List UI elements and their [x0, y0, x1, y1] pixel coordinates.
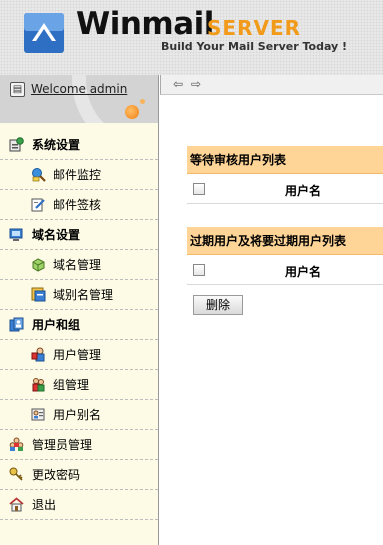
domain-settings-icon: [9, 228, 23, 241]
mail-approve-icon: [31, 198, 45, 212]
delete-button[interactable]: 删除: [193, 295, 243, 315]
sidebar-item-mail-approve[interactable]: 邮件签核: [0, 190, 158, 220]
sidebar-item-label: 用户和组: [32, 318, 81, 332]
sidebar-item-admin-manage[interactable]: 管理员管理: [0, 430, 158, 460]
welcome-link[interactable]: Welcome admin: [31, 82, 127, 97]
brand-server: SERVER: [207, 16, 302, 40]
user-manage-icon: [31, 347, 45, 362]
sidebar-item-label: 用户管理: [53, 348, 102, 362]
main-content: 等待审核用户列表 用户名 过期用户及将要过期用户列表 用户名 删除: [160, 96, 383, 545]
sidebar-item-user-alias[interactable]: 用户别名: [0, 400, 158, 430]
app-header: Winmail SERVER Build Your Mail Server To…: [0, 0, 383, 75]
admin-manage-icon: [9, 437, 24, 451]
sidebar-item-group-manage[interactable]: 组管理: [0, 370, 158, 400]
pending-users-header: 等待审核用户列表: [187, 146, 383, 174]
decorative-orange-dot-small: [140, 99, 145, 104]
sidebar-item-label: 退出: [32, 498, 57, 512]
user-card-icon: ▤: [10, 82, 25, 97]
frame-toolbar: ⇦ ⇨: [160, 75, 383, 95]
sidebar-item-label: 用户别名: [53, 408, 102, 422]
user-alias-icon: [31, 408, 45, 421]
sidebar-item-label: 管理员管理: [32, 438, 93, 452]
sidebar-item-label: 组管理: [53, 378, 90, 392]
forward-arrow-icon[interactable]: ⇨: [191, 77, 201, 91]
group-manage-icon: [32, 378, 45, 392]
column-header-username[interactable]: 用户名: [285, 184, 321, 198]
brand-name: Winmail: [76, 6, 214, 42]
winmail-logo-icon: [24, 13, 64, 53]
select-all-checkbox[interactable]: [193, 264, 205, 276]
sidebar-item-mail-monitor[interactable]: 邮件监控: [0, 160, 158, 190]
sidebar-item-label: 邮件签核: [53, 198, 102, 212]
mail-monitor-icon: [32, 168, 46, 182]
column-header-username[interactable]: 用户名: [285, 265, 321, 279]
sidebar-item-label: 域名管理: [53, 258, 102, 272]
key-icon: [9, 467, 23, 481]
sidebar-item-label: 域名设置: [32, 228, 81, 242]
expired-users-column-row: 用户名: [187, 256, 383, 285]
sidebar-item-logout[interactable]: 退出: [0, 490, 158, 520]
sidebar-item-domain-settings[interactable]: 域名设置: [0, 220, 158, 250]
users-groups-icon: [9, 317, 24, 332]
back-arrow-icon[interactable]: ⇦: [173, 77, 183, 91]
sidebar-item-label: 邮件监控: [53, 168, 102, 182]
brand-tagline: Build Your Mail Server Today !: [161, 40, 348, 53]
sidebar-item-change-password[interactable]: 更改密码: [0, 460, 158, 490]
sidebar-item-system-settings[interactable]: 系统设置: [0, 130, 158, 160]
select-all-checkbox[interactable]: [193, 183, 205, 195]
welcome-bar: ▤ Welcome admin: [0, 75, 158, 123]
expired-users-header: 过期用户及将要过期用户列表: [187, 227, 383, 255]
sidebar-item-label: 系统设置: [32, 138, 81, 152]
home-icon: [9, 497, 24, 512]
settings-icon: [9, 137, 24, 152]
decorative-orange-dot: [125, 105, 139, 119]
section-title: 等待审核用户列表: [190, 153, 287, 167]
domain-alias-icon: [31, 287, 46, 302]
section-title: 过期用户及将要过期用户列表: [190, 234, 347, 248]
sidebar-item-domain-manage[interactable]: 域名管理: [0, 250, 158, 280]
sidebar-item-domain-alias[interactable]: 域别名管理: [0, 280, 158, 310]
sidebar-item-user-manage[interactable]: 用户管理: [0, 340, 158, 370]
sidebar-item-label: 域别名管理: [53, 288, 114, 302]
pending-users-column-row: 用户名: [187, 175, 383, 204]
domain-manage-icon: [32, 258, 45, 272]
sidebar-item-users-groups[interactable]: 用户和组: [0, 310, 158, 340]
sidebar: ▤ Welcome admin 系统设置 邮件监控 邮件签核 域名设置 域名管理…: [0, 75, 159, 545]
sidebar-item-label: 更改密码: [32, 468, 81, 482]
